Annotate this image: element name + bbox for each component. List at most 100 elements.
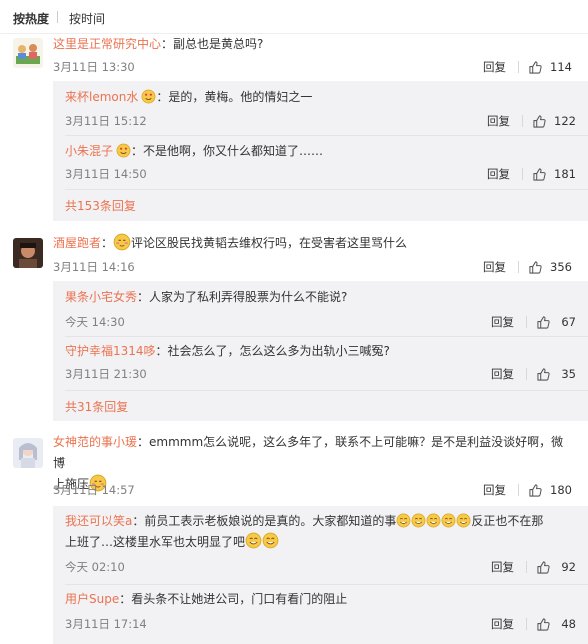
reply-actions: 回复 122 (487, 113, 576, 129)
thumbs-up-icon[interactable] (529, 484, 542, 497)
reply-actions: 回复 35 (491, 366, 576, 382)
reply-list: 来杯lemon水 ：是的，黄梅。他的情妇之一 3月11日 15:12 回复 122… (53, 81, 588, 221)
reply-button[interactable]: 回复 (491, 366, 514, 382)
sort-bar: 按热度 按时间 (0, 0, 588, 34)
comment-item: 女神范的事小瑗：emmmm怎么说呢，这么多年了，联系不上可能嘛？是不是利益没谈好… (0, 426, 588, 644)
comment-time: 3月11日 14:57 (53, 483, 135, 497)
reply-text: 反正也不在那 (471, 514, 544, 528)
reply-text: ：是的，黄梅。他的情妇之一 (156, 90, 313, 104)
reply-button[interactable]: 回复 (483, 59, 506, 75)
comment-time: 3月11日 13:30 (53, 60, 135, 74)
reply-body: 果条小宅女秀：人家为了私利弄得股票为什么不能说? (65, 287, 576, 308)
comment-text: 评论区股民找黄韬去维权行吗，在受害者这里骂什么 (131, 236, 408, 250)
divider (522, 168, 524, 180)
divider (526, 561, 527, 573)
reply-actions: 回复 67 (491, 314, 576, 330)
comment-username[interactable]: 酒屋跑者 (53, 236, 101, 250)
comment-actions: 回复 114 (483, 59, 572, 75)
thumbs-up-icon[interactable] (529, 61, 542, 74)
like-count: 114 (550, 60, 572, 74)
reply-button[interactable]: 回复 (491, 314, 514, 330)
more-replies-link[interactable]: 共153条回复 (65, 197, 136, 214)
reply-text: 上班了…这楼里水军也太明显了吧 (65, 535, 246, 549)
more-replies-link[interactable]: 共31条回复 (65, 398, 128, 415)
reply-body: 用户Supe：看头条不让她进公司，门口有看门的阻止 (65, 589, 576, 610)
reply-username[interactable]: 我还可以笑a (65, 514, 132, 528)
reply-username[interactable]: 用户Supe (65, 592, 119, 606)
avatar[interactable] (13, 238, 43, 268)
divider (65, 189, 588, 190)
reply-time: 3月11日 14:50 (65, 167, 147, 181)
shy-emoji-icon (113, 233, 131, 251)
like-count: 35 (561, 367, 576, 381)
thumbs-up-icon[interactable] (529, 261, 542, 274)
reply-item: 用户Supe：看头条不让她进公司，门口有看门的阻止 3月11日 17:14 回复… (53, 584, 588, 644)
comment-body: 这里是正常研究中心：副总也是黄总吗? (53, 34, 572, 55)
reply-item: 果条小宅女秀：人家为了私利弄得股票为什么不能说? 今天 14:30 回复 67 (53, 281, 588, 335)
reply-button[interactable]: 回复 (491, 559, 514, 575)
reply-actions: 回复 181 (487, 166, 576, 182)
reply-text: ：不是他啊，你又什么都知道了…… (131, 144, 324, 158)
thumbs-up-icon[interactable] (537, 368, 550, 381)
reply-body: 小朱混子 ：不是他啊，你又什么都知道了…… (65, 141, 576, 162)
like-count: 122 (554, 114, 576, 128)
reply-username[interactable]: 守护幸福1314哆 (65, 344, 156, 358)
reply-item: 来杯lemon水 ：是的，黄梅。他的情妇之一 3月11日 15:12 回复 122 (53, 81, 588, 135)
reply-body: 守护幸福1314哆：社会怎么了，怎么这么多为出轨小三喊冤? (65, 341, 576, 362)
thumbs-up-icon[interactable] (533, 115, 546, 128)
reply-button[interactable]: 回复 (483, 259, 506, 275)
avatar[interactable] (13, 38, 43, 68)
sort-by-time-tab[interactable]: 按时间 (69, 10, 105, 27)
reply-text: ：前员工表示老板娘说的是真的。大家都知道的事 (132, 514, 397, 528)
sweat-emoji-icon (396, 513, 411, 528)
sweat-emoji-icon (426, 513, 441, 528)
comment-item: 这里是正常研究中心：副总也是黄总吗? 3月11日 13:30 回复 114 来杯… (0, 34, 588, 236)
sweat-emoji-icon (411, 513, 426, 528)
reply-item: 小朱混子 ：不是他啊，你又什么都知道了…… 3月11日 14:50 回复 181 (53, 135, 588, 189)
comment-username[interactable]: 女神范的事小瑗 (53, 435, 137, 449)
reply-text: ：社会怎么了，怎么这么多为出轨小三喊冤? (155, 344, 390, 358)
thumbs-up-icon[interactable] (537, 618, 550, 631)
reply-button[interactable]: 回复 (487, 166, 510, 182)
heart-eyes-emoji-icon (141, 89, 156, 104)
sweat-emoji-icon (456, 513, 471, 528)
reply-button[interactable]: 回复 (491, 616, 514, 632)
reply-username[interactable]: 果条小宅女秀 (65, 290, 137, 304)
comment-body: 酒屋跑者： 评论区股民找黄韬去维权行吗，在受害者这里骂什么 (53, 233, 572, 254)
divider (526, 618, 527, 630)
like-count: 92 (561, 560, 576, 574)
reply-item: 守护幸福1314哆：社会怎么了，怎么这么多为出轨小三喊冤? 3月11日 21:3… (53, 336, 588, 390)
divider (518, 484, 520, 496)
reply-text: ：看头条不让她进公司，门口有看门的阻止 (119, 592, 348, 606)
reply-username[interactable]: 小朱混子 (65, 144, 113, 158)
divider (526, 368, 527, 380)
divider (518, 261, 520, 273)
thumbs-up-icon[interactable] (537, 316, 550, 329)
comment-username[interactable]: 这里是正常研究中心 (53, 37, 161, 51)
reply-list: 我还可以笑a：前员工表示老板娘说的是真的。大家都知道的事 反正也不在那 上班了…这… (53, 506, 588, 644)
reply-button[interactable]: 回复 (483, 482, 506, 498)
sort-by-hot-tab[interactable]: 按热度 (13, 10, 49, 27)
avatar[interactable] (13, 438, 43, 468)
reply-time: 3月11日 21:30 (65, 367, 147, 381)
like-count: 180 (550, 483, 572, 497)
divider (518, 61, 520, 73)
comment-time: 3月11日 14:16 (53, 260, 135, 274)
thumbs-up-icon[interactable] (533, 168, 546, 181)
comment-actions: 回复 356 (483, 259, 572, 275)
reply-list: 果条小宅女秀：人家为了私利弄得股票为什么不能说? 今天 14:30 回复 67 … (53, 281, 588, 421)
like-count: 356 (550, 260, 572, 274)
divider (65, 390, 588, 391)
reply-time: 今天 14:30 (65, 315, 125, 329)
reply-button[interactable]: 回复 (487, 113, 510, 129)
divider (57, 11, 58, 23)
reply-username[interactable]: 来杯lemon水 (65, 90, 138, 104)
comment-actions: 回复 180 (483, 482, 572, 498)
reply-time: 3月11日 17:14 (65, 617, 147, 631)
like-count: 67 (561, 315, 576, 329)
sweat-emoji-icon (441, 513, 456, 528)
thumbs-up-icon[interactable] (537, 561, 550, 574)
reply-actions: 回复 48 (491, 616, 576, 632)
divider (526, 316, 527, 328)
divider (522, 115, 524, 127)
